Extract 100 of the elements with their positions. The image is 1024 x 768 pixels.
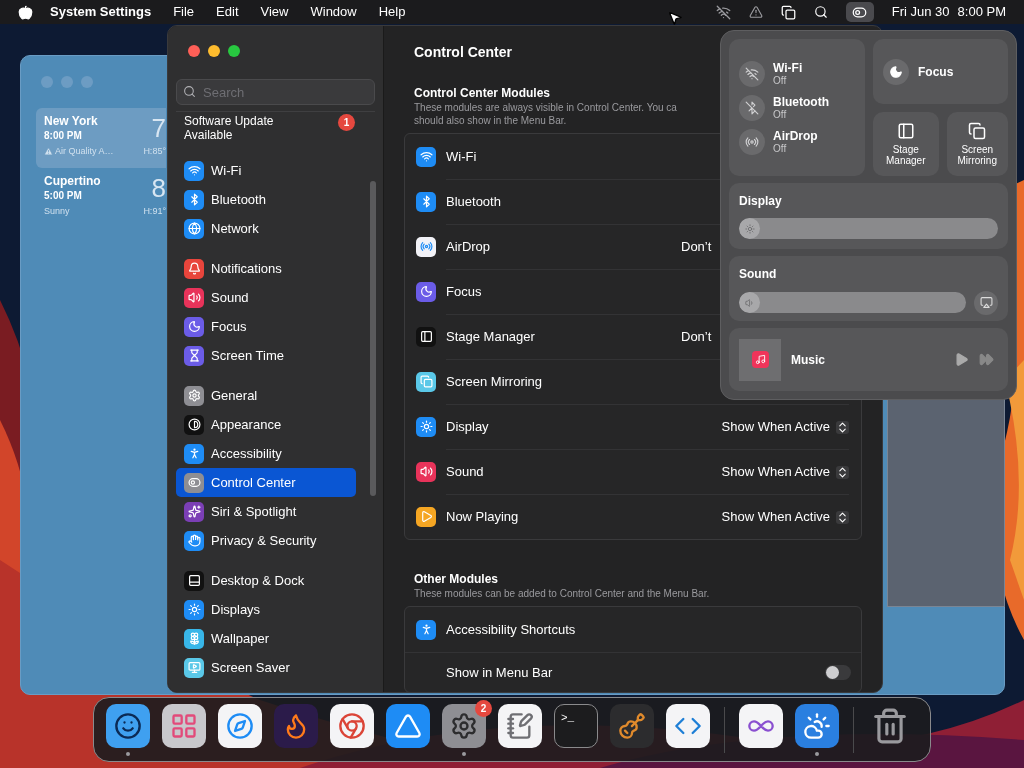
module-value[interactable]: Show When Active [721, 507, 830, 527]
sidebar-label: General [211, 386, 258, 405]
menu-item[interactable]: Help [378, 2, 406, 22]
module-value[interactable]: Show When Active [721, 462, 830, 482]
zoom-button[interactable] [228, 45, 240, 57]
city-time: 8:00 PM [44, 129, 83, 142]
sidebar-label: Displays [211, 600, 261, 619]
stage-manager-icon [896, 122, 915, 140]
toggle-title: Bluetooth [773, 94, 829, 109]
sidebar-item[interactable]: Control Center [176, 468, 356, 497]
sidebar-item[interactable]: Siri & Spotlight [176, 497, 356, 526]
search-icon[interactable] [813, 5, 828, 19]
toggle-status: Off [773, 108, 788, 121]
sidebar-item[interactable]: Sound [176, 283, 356, 312]
close-button[interactable] [188, 45, 200, 57]
search-icon [183, 85, 196, 98]
sidebar-label: Siri & Spotlight [211, 502, 297, 521]
sidebar-item[interactable]: Bluetooth [176, 185, 356, 214]
wifi-off-icon[interactable] [715, 4, 731, 20]
sidebar-label: Wallpaper [211, 629, 270, 648]
update-label[interactable]: Software Update Available [184, 114, 294, 142]
terminal-app-button[interactable]: >_ [554, 703, 598, 748]
city-row[interactable]: Cupertino 5:00 PM 8 Sunny H:91° [36, 168, 166, 228]
stepper-icon[interactable] [836, 510, 849, 524]
module-label: Now Playing [446, 508, 519, 527]
notepad-icon[interactable] [498, 703, 542, 748]
play-icon[interactable] [954, 352, 969, 368]
stepper-icon[interactable] [836, 420, 849, 434]
menu-time[interactable]: 8:00 PM [957, 2, 1006, 22]
infinity-icon[interactable] [739, 703, 783, 748]
module-value[interactable]: Show When Active [721, 417, 830, 437]
flame-icon[interactable] [274, 703, 318, 748]
sidebar-item[interactable]: Displays [176, 595, 356, 624]
compass-icon[interactable] [218, 703, 262, 748]
sidebar-label: Appearance [211, 415, 282, 434]
screen-mirroring-button[interactable]: Screen Mirroring [946, 112, 1008, 176]
sidebar-item[interactable]: General [176, 381, 356, 410]
module-label: Screen Mirroring [446, 373, 543, 392]
sun-icon [745, 223, 755, 234]
sidebar-item[interactable]: Appearance [176, 410, 356, 439]
guitar-icon[interactable] [610, 703, 654, 748]
toggle-button[interactable] [739, 94, 765, 121]
sidebar-label: Notifications [211, 259, 282, 278]
code-icon[interactable] [666, 703, 710, 748]
toggle-title: AirDrop [773, 128, 818, 143]
app-menu[interactable]: System Settings [50, 2, 152, 22]
page-title: Control Center [413, 43, 513, 62]
sidebar-item[interactable]: Wi-Fi [176, 156, 356, 185]
sidebar-item[interactable]: Screen Saver [176, 653, 356, 682]
sidebar-item[interactable]: Privacy & Security [176, 526, 356, 555]
sidebar-item[interactable]: Screen Time [176, 341, 356, 370]
bluetooth-off-icon [745, 100, 759, 115]
slider-track[interactable] [739, 292, 966, 314]
cloud-sun-icon[interactable] [795, 703, 839, 748]
slider-track[interactable] [739, 218, 998, 239]
control-center-icon[interactable] [845, 2, 874, 22]
menu-item[interactable]: Edit [216, 2, 239, 22]
sidebar-item[interactable]: Wallpaper [176, 624, 356, 653]
focus-button[interactable]: Focus [873, 39, 1008, 104]
sidebar-item[interactable]: Network [176, 214, 356, 243]
notification-badge: 2 [475, 699, 492, 717]
sidebar-item[interactable]: Accessibility [176, 439, 356, 468]
section-title: Other Modules [413, 572, 499, 587]
sidebar-label: Accessibility [211, 444, 282, 463]
minimize-button[interactable] [208, 45, 220, 57]
gear-icon[interactable] [442, 703, 486, 748]
city-name: New York [44, 114, 98, 129]
menu-item[interactable]: File [173, 2, 195, 22]
toggle-button[interactable] [739, 60, 765, 87]
stage-manager-button[interactable]: Stage Manager [873, 112, 939, 176]
stepper-icon[interactable] [836, 465, 849, 479]
module-label: Stage Manager [446, 328, 535, 347]
sidebar-label: Privacy & Security [211, 531, 317, 550]
ring-icon[interactable] [330, 703, 374, 748]
airplay-button[interactable] [974, 290, 998, 315]
city-high: H:91° [143, 205, 166, 218]
sidebar-item[interactable]: Focus [176, 312, 356, 341]
toggle-button[interactable] [739, 128, 765, 155]
grid-icon[interactable] [162, 703, 206, 748]
apple-icon[interactable] [18, 4, 33, 20]
screens-icon[interactable] [780, 4, 796, 20]
section-description: These modules are always visible in Control Center. You ca [414, 101, 677, 114]
module-label: Wi-Fi [446, 147, 477, 166]
moon-icon [889, 64, 903, 79]
slider-title: Sound [739, 265, 778, 283]
screens-icon [968, 122, 987, 140]
smiley-face-icon[interactable] [106, 703, 150, 748]
toggle-status: Off [773, 142, 787, 155]
toggle-switch[interactable] [825, 665, 851, 680]
sidebar-item[interactable]: Notifications [176, 254, 356, 283]
sidebar-item[interactable]: Desktop & Dock [176, 566, 356, 595]
menu-item[interactable]: Window [310, 2, 357, 22]
city-temperature: 7 [151, 114, 166, 142]
menu-date[interactable]: Fri Jun 30 [891, 2, 950, 22]
module-label: Sound [446, 463, 484, 482]
menu-item[interactable]: View [260, 2, 289, 22]
city-name: Cupertino [44, 174, 101, 189]
alert-icon[interactable] [748, 5, 763, 19]
section-description: These modules can be added to Control Center and the Menu Bar. [414, 587, 710, 600]
section-description: should also show in the Menu Bar. [414, 114, 567, 127]
